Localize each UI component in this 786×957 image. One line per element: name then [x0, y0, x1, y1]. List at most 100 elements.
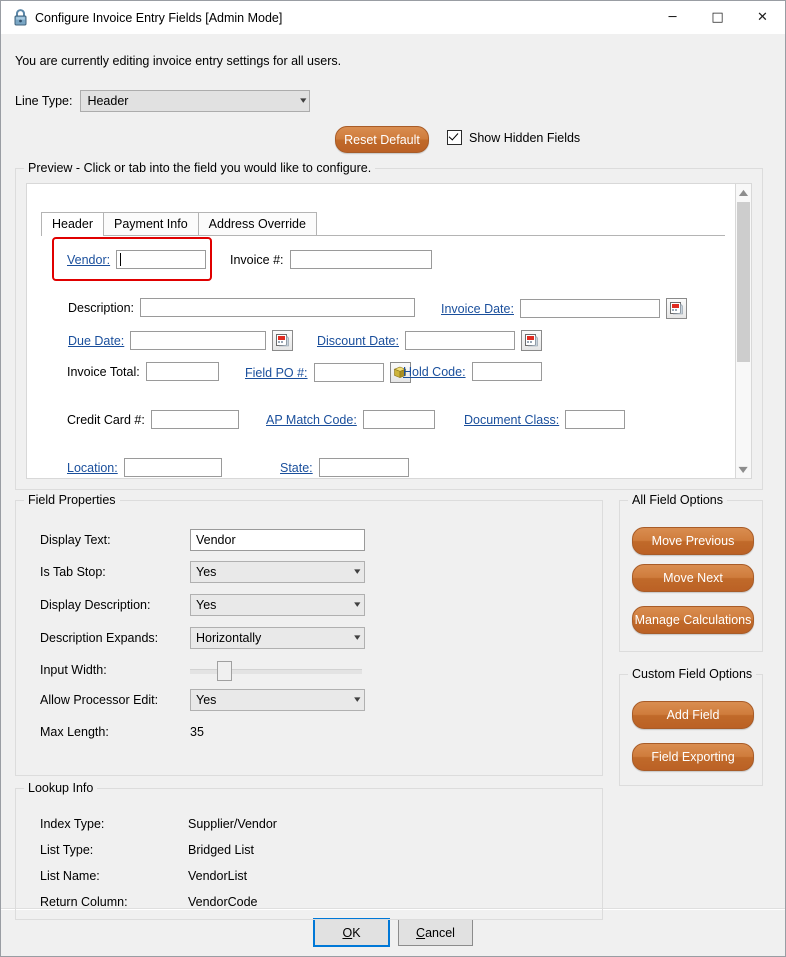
- property-row-max-length: Max Length: 35: [40, 721, 204, 743]
- preview-label-invoice-date[interactable]: Invoice Date:: [441, 302, 514, 316]
- calendar-icon[interactable]: [665, 298, 687, 319]
- index-type-value: Supplier/Vendor: [188, 817, 277, 831]
- preview-field-due-date[interactable]: Due Date:: [68, 330, 294, 351]
- all-field-options-group: All Field Options Move Previous Move Nex…: [619, 493, 763, 652]
- maximize-button[interactable]: □: [695, 1, 740, 34]
- preview-input-hold-code[interactable]: [471, 362, 542, 381]
- allow-processor-edit-select[interactable]: Yes ▾: [190, 689, 365, 711]
- preview-field-state[interactable]: State:: [280, 458, 409, 477]
- preview-field-discount-date[interactable]: Discount Date:: [317, 330, 542, 351]
- preview-label-invoice-number: Invoice #:: [230, 252, 284, 267]
- preview-input-ap-match-code[interactable]: [362, 410, 435, 429]
- preview-input-vendor[interactable]: [116, 250, 207, 269]
- preview-label-document-class[interactable]: Document Class:: [464, 413, 559, 427]
- field-properties-group: Field Properties Display Text: Vendor Is…: [15, 493, 603, 776]
- preview-input-document-class[interactable]: [565, 410, 626, 429]
- preview-input-description[interactable]: [140, 298, 415, 317]
- cancel-rest: ancel: [425, 925, 455, 940]
- preview-input-state[interactable]: [318, 458, 409, 477]
- preview-field-invoice-number[interactable]: Invoice #:: [230, 250, 432, 269]
- preview-field-field-po[interactable]: Field PO #:: [245, 362, 411, 383]
- slider-thumb[interactable]: [217, 661, 233, 681]
- preview-label-ap-match-code[interactable]: AP Match Code:: [266, 413, 357, 427]
- lookup-row-list-type: List Type: Bridged List: [40, 843, 254, 857]
- preview-input-invoice-date[interactable]: [519, 299, 660, 318]
- close-button[interactable]: ✕: [740, 1, 785, 34]
- preview-canvas[interactable]: Header Payment Info Address Override Ven…: [26, 183, 738, 479]
- all-field-options-legend: All Field Options: [628, 493, 728, 507]
- tab-header[interactable]: Header: [41, 212, 104, 236]
- configure-invoice-entry-fields-dialog: Configure Invoice Entry Fields [Admin Mo…: [0, 0, 786, 957]
- preview-input-discount-date[interactable]: [404, 331, 515, 350]
- max-length-label: Max Length:: [40, 725, 109, 739]
- property-row-description-expands: Description Expands: Horizontally ▾: [40, 627, 365, 649]
- move-next-button[interactable]: Move Next: [632, 564, 754, 592]
- manage-calculations-button[interactable]: Manage Calculations: [632, 606, 754, 634]
- preview-label-discount-date[interactable]: Discount Date:: [317, 334, 399, 348]
- property-row-display-text: Display Text: Vendor: [40, 529, 365, 551]
- input-width-slider[interactable]: [190, 660, 362, 681]
- is-tab-stop-value: Yes: [196, 565, 217, 579]
- preview-field-location[interactable]: Location:: [67, 458, 222, 477]
- preview-field-invoice-total[interactable]: Invoice Total:: [67, 362, 219, 381]
- preview-input-invoice-number[interactable]: [289, 250, 432, 269]
- scroll-down-icon[interactable]: ▼: [736, 461, 751, 478]
- line-type-label: Line Type:: [15, 94, 73, 108]
- property-row-display-description: Display Description: Yes ▾: [40, 594, 365, 616]
- calendar-icon[interactable]: [272, 330, 294, 351]
- preview-label-hold-code[interactable]: Hold Code:: [403, 365, 466, 379]
- cancel-accelerator: C: [416, 925, 426, 940]
- preview-input-due-date[interactable]: [130, 331, 267, 350]
- reset-default-button[interactable]: Reset Default: [335, 126, 429, 153]
- preview-label-field-po[interactable]: Field PO #:: [245, 366, 308, 380]
- window-title: Configure Invoice Entry Fields [Admin Mo…: [35, 10, 283, 25]
- preview-field-hold-code[interactable]: Hold Code:: [403, 362, 542, 381]
- preview-field-credit-card[interactable]: Credit Card #:: [67, 410, 239, 429]
- field-properties-legend: Field Properties: [24, 493, 120, 507]
- is-tab-stop-select[interactable]: Yes ▾: [190, 561, 365, 583]
- property-row-is-tab-stop: Is Tab Stop: Yes ▾: [40, 561, 365, 583]
- preview-input-location[interactable]: [123, 458, 222, 477]
- description-expands-select[interactable]: Horizontally ▾: [190, 627, 365, 649]
- add-field-button[interactable]: Add Field: [632, 701, 754, 729]
- preview-input-field-po[interactable]: [313, 363, 384, 382]
- lock-icon: [1, 9, 35, 26]
- lookup-row-list-name: List Name: VendorList: [40, 869, 247, 883]
- preview-label-credit-card: Credit Card #:: [67, 412, 145, 427]
- minimize-button[interactable]: ─: [650, 1, 695, 34]
- preview-field-document-class[interactable]: Document Class:: [464, 410, 626, 429]
- preview-label-state[interactable]: State:: [280, 461, 313, 475]
- preview-input-credit-card[interactable]: [150, 410, 239, 429]
- preview-legend: Preview - Click or tab into the field yo…: [24, 161, 376, 175]
- line-type-select[interactable]: Header ▾: [80, 90, 311, 112]
- move-previous-button[interactable]: Move Previous: [632, 527, 754, 555]
- description-expands-label: Description Expands:: [40, 631, 159, 645]
- allow-processor-edit-value: Yes: [196, 693, 217, 707]
- preview-scrollbar[interactable]: ▲ ▼: [735, 183, 752, 479]
- field-exporting-button[interactable]: Field Exporting: [632, 743, 754, 771]
- list-type-label: List Type:: [40, 843, 94, 857]
- window-controls: ─ □ ✕: [650, 1, 785, 34]
- preview-field-ap-match-code[interactable]: AP Match Code:: [266, 410, 435, 429]
- preview-field-description[interactable]: Description:: [68, 298, 415, 317]
- ok-button[interactable]: OK: [313, 918, 390, 947]
- cancel-button[interactable]: Cancel: [398, 919, 473, 946]
- display-description-select[interactable]: Yes ▾: [190, 594, 365, 616]
- preview-label-vendor[interactable]: Vendor:: [67, 253, 110, 267]
- preview-label-due-date[interactable]: Due Date:: [68, 334, 124, 348]
- return-column-value: VendorCode: [188, 895, 258, 909]
- calendar-icon[interactable]: [520, 330, 542, 351]
- slider-track: [190, 669, 362, 674]
- preview-field-invoice-date[interactable]: Invoice Date:: [441, 298, 687, 319]
- show-hidden-fields-checkbox[interactable]: Show Hidden Fields: [447, 130, 580, 145]
- scrollbar-thumb[interactable]: [737, 202, 750, 362]
- chevron-down-icon: ▾: [354, 695, 361, 705]
- display-text-input[interactable]: Vendor: [190, 529, 365, 551]
- preview-fields: Vendor: Invoice #: Description: Invoice …: [27, 184, 737, 478]
- preview-input-invoice-total[interactable]: [145, 362, 219, 381]
- scroll-up-icon[interactable]: ▲: [732, 184, 755, 201]
- preview-label-location[interactable]: Location:: [67, 461, 118, 475]
- preview-field-vendor[interactable]: Vendor:: [67, 250, 207, 269]
- lookup-info-legend: Lookup Info: [24, 781, 98, 795]
- is-tab-stop-label: Is Tab Stop:: [40, 565, 106, 579]
